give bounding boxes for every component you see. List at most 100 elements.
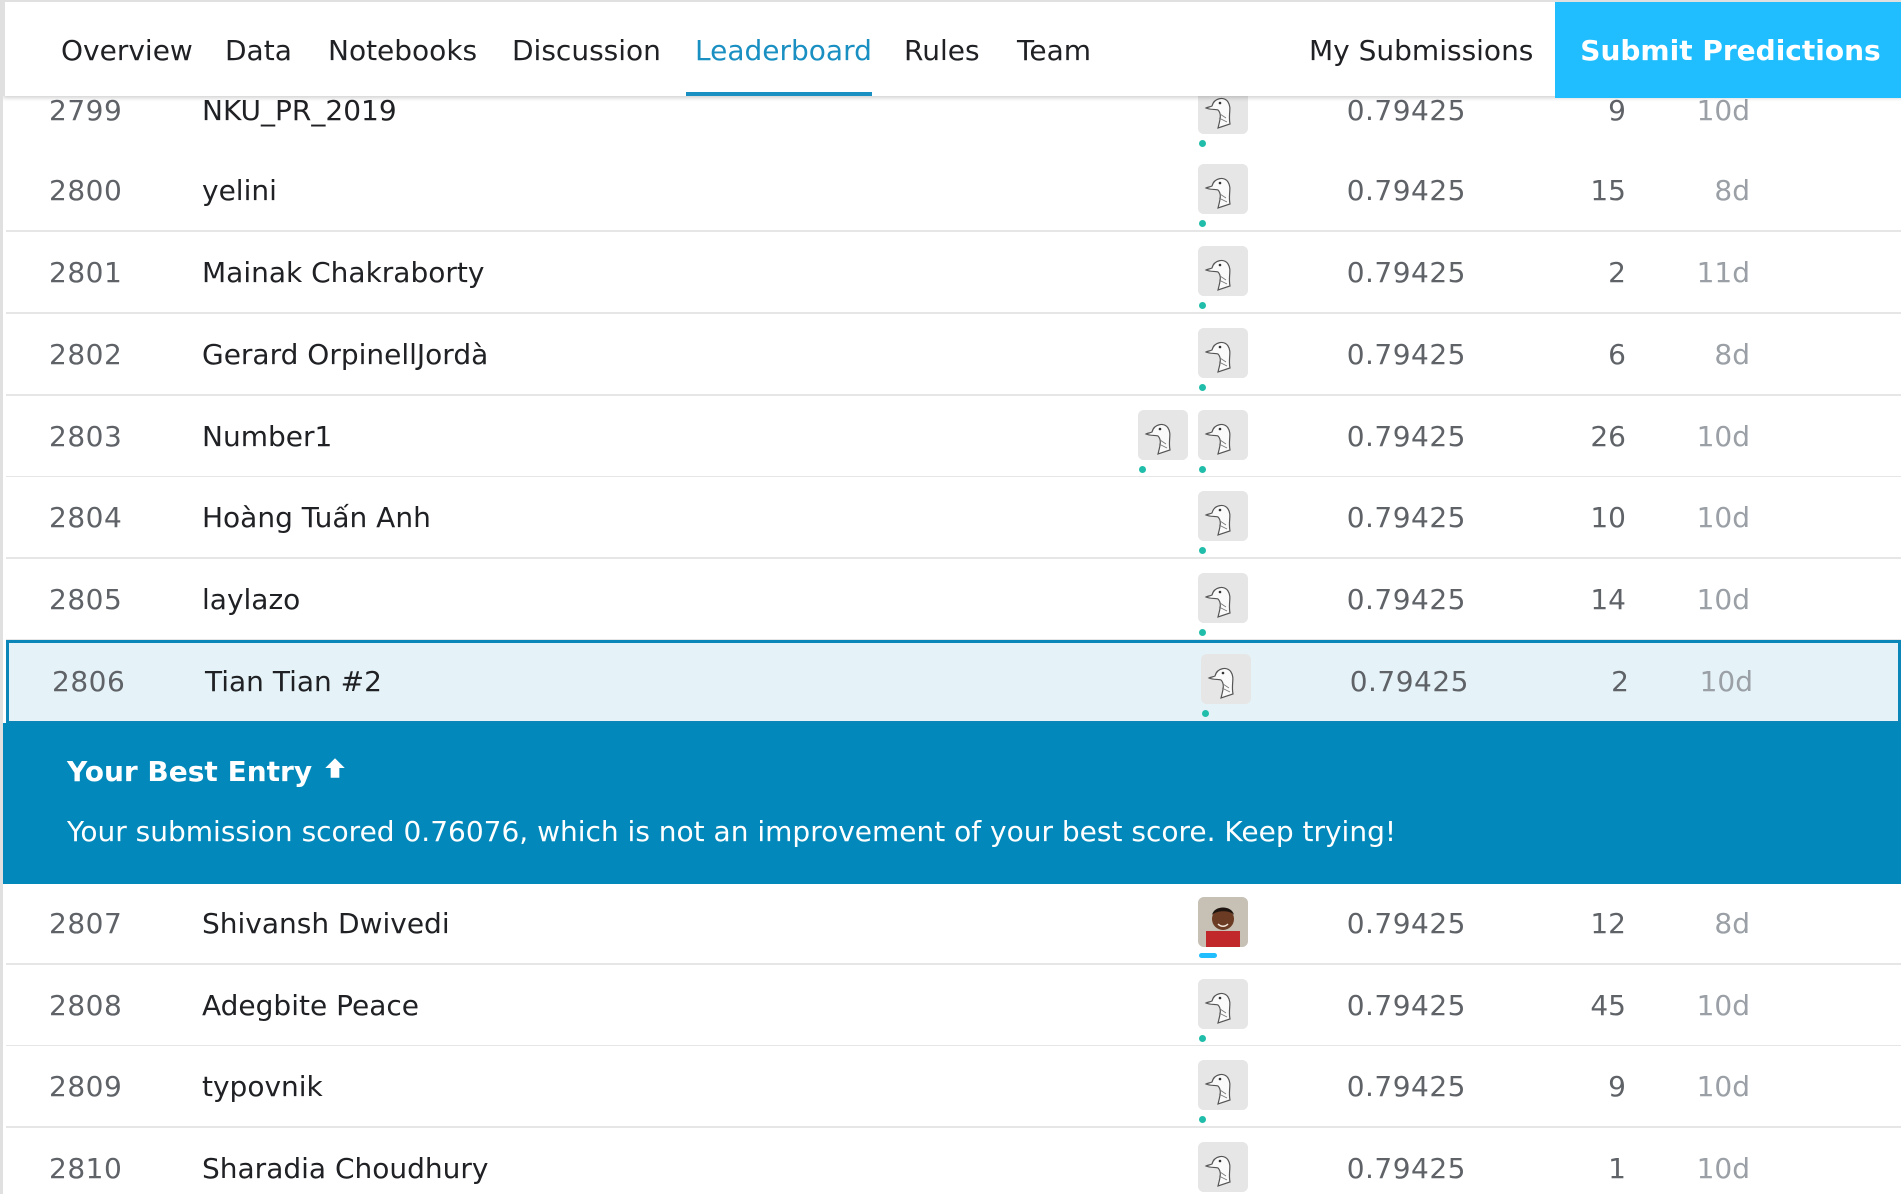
tier-indicator-icon xyxy=(1199,466,1206,473)
submit-predictions-button[interactable]: Submit Predictions xyxy=(1555,2,1901,98)
entries-cell: 2 xyxy=(1608,255,1626,289)
table-row[interactable]: 2801 Mainak Chakraborty 0.79425 2 11d xyxy=(6,232,1901,314)
tab-overview[interactable]: Overview xyxy=(61,2,193,98)
tier-indicator-icon xyxy=(1199,384,1206,391)
last-submission-cell: 10d xyxy=(1696,419,1750,453)
tier-indicator-icon xyxy=(1199,1035,1206,1042)
team-name[interactable]: Sharadia Choudhury xyxy=(202,1128,488,1194)
team-name[interactable]: laylazo xyxy=(202,559,300,639)
table-row[interactable]: 2802 Gerard OrpinellJordà 0.79425 6 8d xyxy=(6,314,1901,396)
rank-cell: 2809 xyxy=(49,1069,123,1103)
tab-data[interactable]: Data xyxy=(225,2,292,98)
team-name[interactable]: Adegbite Peace xyxy=(202,965,419,1045)
tab-discussion[interactable]: Discussion xyxy=(512,2,661,98)
score-cell: 0.79425 xyxy=(1346,500,1466,534)
table-row[interactable]: 2800 yelini 0.79425 15 8d xyxy=(6,150,1901,232)
last-submission-cell: 8d xyxy=(1714,173,1750,207)
score-cell: 0.79425 xyxy=(1346,419,1466,453)
team-name[interactable]: Hoàng Tuấn Anh xyxy=(202,477,431,557)
competition-nav: Overview Data Notebooks Discussion Leade… xyxy=(3,0,1901,98)
tier-indicator-icon xyxy=(1202,710,1209,717)
tier-indicator-icon xyxy=(1199,302,1206,309)
avatar[interactable] xyxy=(1198,1060,1248,1110)
last-submission-cell: 10d xyxy=(1699,664,1753,698)
avatar[interactable] xyxy=(1198,410,1248,460)
score-cell: 0.79425 xyxy=(1346,1069,1466,1103)
score-cell: 0.79425 xyxy=(1346,988,1466,1022)
leaderboard-page: 2799 NKU_PR_2019 0.79425 9 10d 2800 yelini 0.79… xyxy=(0,0,1901,1194)
active-tab-indicator xyxy=(686,92,872,96)
avatar[interactable] xyxy=(1198,328,1248,378)
rank-cell: 2810 xyxy=(49,1151,123,1185)
avatar[interactable] xyxy=(1198,897,1248,947)
table-row[interactable]: 2807 Shivansh Dwivedi 0.79425 12 8d xyxy=(6,883,1901,965)
avatar[interactable] xyxy=(1198,164,1248,214)
rank-cell: 2801 xyxy=(49,255,123,289)
tier-indicator-icon xyxy=(1199,1116,1206,1123)
table-row[interactable]: 2803 Number1 0.79425 26 10d xyxy=(6,396,1901,478)
team-name[interactable]: Number1 xyxy=(202,396,332,476)
tab-team[interactable]: Team xyxy=(1017,2,1091,98)
entries-cell: 26 xyxy=(1590,419,1626,453)
tier-indicator-icon xyxy=(1199,220,1206,227)
tab-rules[interactable]: Rules xyxy=(904,2,980,98)
rank-cell: 2807 xyxy=(49,906,123,940)
rank-cell: 2804 xyxy=(49,500,123,534)
score-cell: 0.79425 xyxy=(1346,582,1466,616)
team-name[interactable]: Mainak Chakraborty xyxy=(202,232,484,312)
rank-cell: 2800 xyxy=(49,173,123,207)
last-submission-cell: 10d xyxy=(1696,582,1750,616)
table-row[interactable]: 2805 laylazo 0.79425 14 10d xyxy=(6,559,1901,641)
rank-cell: 2808 xyxy=(49,988,123,1022)
tab-leaderboard[interactable]: Leaderboard xyxy=(695,2,872,98)
last-submission-cell: 8d xyxy=(1714,906,1750,940)
my-team-row[interactable]: 2806 Tian Tian #2 0.79425 2 10d xyxy=(6,640,1901,724)
last-submission-cell: 10d xyxy=(1696,1151,1750,1185)
avatar[interactable] xyxy=(1198,573,1248,623)
team-name[interactable]: Shivansh Dwivedi xyxy=(202,883,450,963)
last-submission-cell: 11d xyxy=(1696,255,1750,289)
best-entry-message: Your submission scored 0.76076, which is… xyxy=(67,815,1397,848)
tier-indicator-icon xyxy=(1199,547,1206,554)
table-row[interactable]: 2810 Sharadia Choudhury 0.79425 1 10d xyxy=(6,1128,1901,1194)
rank-cell: 2803 xyxy=(49,419,123,453)
entries-cell: 15 xyxy=(1590,173,1626,207)
avatar[interactable] xyxy=(1198,979,1248,1029)
table-row[interactable]: 2809 typovnik 0.79425 9 10d xyxy=(6,1046,1901,1128)
table-row[interactable]: 2804 Hoàng Tuấn Anh 0.79425 10 10d xyxy=(6,477,1901,559)
last-submission-cell: 8d xyxy=(1714,337,1750,371)
best-entry-title: Your Best Entry xyxy=(67,755,313,788)
rank-cell: 2806 xyxy=(52,664,126,698)
team-name[interactable]: typovnik xyxy=(202,1046,323,1126)
best-entry-banner: Your Best Entry Your submission scored 0… xyxy=(3,723,1901,884)
score-cell: 0.79425 xyxy=(1349,664,1469,698)
tier-indicator-icon xyxy=(1199,140,1206,147)
entries-cell: 14 xyxy=(1590,582,1626,616)
last-submission-cell: 10d xyxy=(1696,988,1750,1022)
my-submissions-link[interactable]: My Submissions xyxy=(1309,2,1533,98)
team-name[interactable]: Gerard OrpinellJordà xyxy=(202,314,488,394)
team-name[interactable]: Tian Tian #2 xyxy=(205,642,382,720)
avatar[interactable] xyxy=(1198,491,1248,541)
last-submission-cell: 10d xyxy=(1696,1069,1750,1103)
best-entry-title-wrap: Your Best Entry xyxy=(67,755,348,788)
entries-cell: 45 xyxy=(1590,988,1626,1022)
rank-cell: 2802 xyxy=(49,337,123,371)
entries-cell: 9 xyxy=(1608,1069,1626,1103)
avatar[interactable] xyxy=(1198,246,1248,296)
tier-indicator-icon xyxy=(1199,629,1206,636)
avatar[interactable] xyxy=(1198,1142,1248,1192)
score-cell: 0.79425 xyxy=(1346,173,1466,207)
score-cell: 0.79425 xyxy=(1346,337,1466,371)
table-row[interactable]: 2808 Adegbite Peace 0.79425 45 10d xyxy=(6,965,1901,1047)
score-cell: 0.79425 xyxy=(1346,906,1466,940)
avatar[interactable] xyxy=(1201,654,1251,704)
arrow-up-icon xyxy=(322,755,348,788)
tab-notebooks[interactable]: Notebooks xyxy=(328,2,477,98)
score-cell: 0.79425 xyxy=(1346,1151,1466,1185)
last-submission-cell: 10d xyxy=(1696,500,1750,534)
avatar[interactable] xyxy=(1138,410,1188,460)
entries-cell: 10 xyxy=(1590,500,1626,534)
team-name[interactable]: yelini xyxy=(202,150,277,230)
entries-cell: 6 xyxy=(1608,337,1626,371)
